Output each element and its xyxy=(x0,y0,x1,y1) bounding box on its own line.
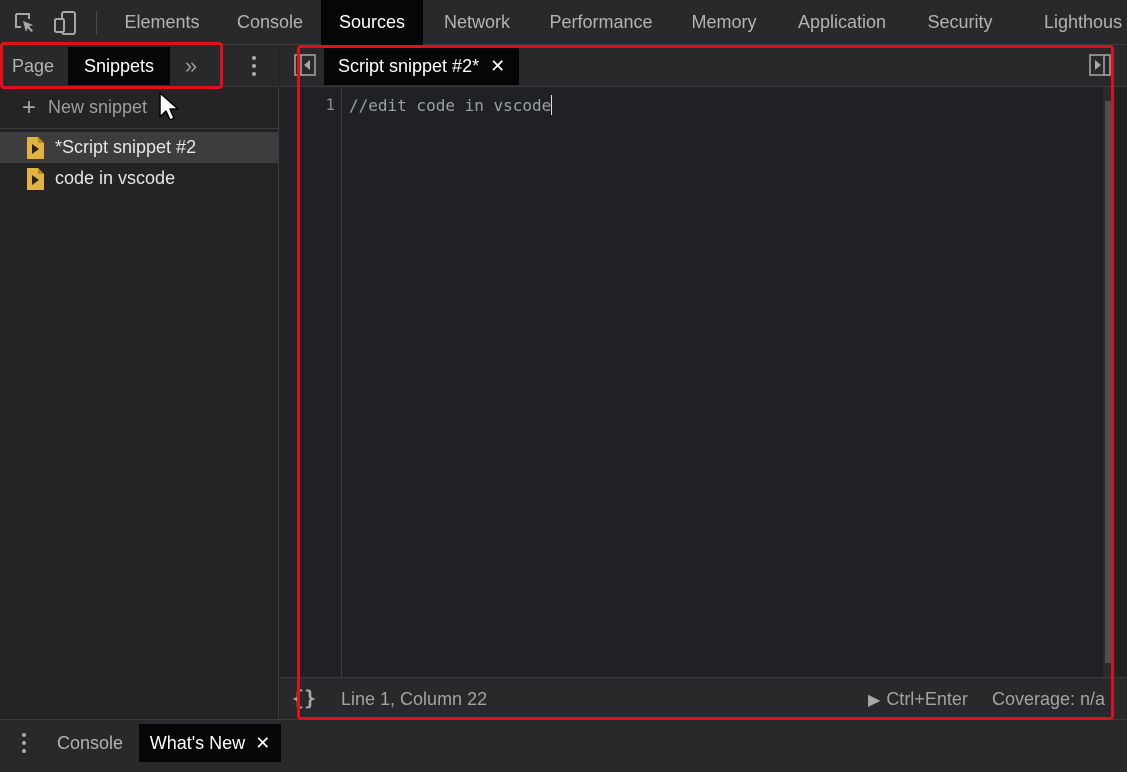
tab-console[interactable]: Console xyxy=(220,0,320,45)
run-snippet-button[interactable]: ▶ Ctrl+Enter xyxy=(868,689,968,710)
drawer-bar: Console What's New ✕ xyxy=(0,719,1127,772)
snippet-item-label: *Script snippet #2 xyxy=(55,137,197,157)
pretty-print-icon[interactable]: {} xyxy=(292,686,316,710)
tab-application[interactable]: Application xyxy=(780,0,904,45)
more-tabs-icon[interactable]: » xyxy=(176,49,206,83)
scrollbar-thumb[interactable] xyxy=(1105,101,1113,663)
tab-page[interactable]: Page xyxy=(0,47,66,85)
drawer-tab-label: What's New xyxy=(149,732,246,753)
drawer-tab-whats-new[interactable]: What's New ✕ xyxy=(139,724,281,762)
editor-status-bar: {} Line 1, Column 22 ▶ Ctrl+Enter Coverag… xyxy=(280,677,1127,719)
new-snippet-button[interactable]: + New snippet xyxy=(0,87,278,129)
drawer-menu-icon[interactable] xyxy=(14,728,34,758)
code-text: //edit code in vscode xyxy=(349,96,552,115)
coverage-status: Coverage: n/a xyxy=(992,689,1106,709)
plus-icon: + xyxy=(22,93,37,121)
text-caret xyxy=(551,95,553,115)
inspect-element-icon[interactable] xyxy=(12,10,38,36)
cursor-position: Line 1, Column 22 xyxy=(341,689,488,709)
snippet-file-icon xyxy=(27,136,44,159)
editor-tab-strip: Script snippet #2* ✕ xyxy=(280,45,1127,87)
toolbar-divider xyxy=(96,11,97,35)
snippet-item-code-in-vscode[interactable]: code in vscode xyxy=(0,163,278,194)
tab-lighthouse[interactable]: Lighthous xyxy=(1028,0,1127,45)
devtools-toolbar: Elements Console Sources Network Perform… xyxy=(0,0,1127,45)
run-shortcut-label: Ctrl+Enter xyxy=(886,689,968,709)
tab-security[interactable]: Security xyxy=(910,0,1010,45)
editor-tab-label: Script snippet #2* xyxy=(338,56,480,76)
drawer-tab-console[interactable]: Console xyxy=(42,724,138,762)
snippet-file-icon xyxy=(27,167,44,190)
navigator-panel: Page Snippets » + New snippet *Script sn… xyxy=(0,45,279,719)
toggle-debugger-icon[interactable] xyxy=(1089,54,1111,76)
snippet-item-script-snippet-2[interactable]: *Script snippet #2 xyxy=(0,132,278,163)
navigator-menu-icon[interactable] xyxy=(244,51,264,81)
code-editor[interactable]: //edit code in vscode xyxy=(343,87,1103,677)
tab-sources[interactable]: Sources xyxy=(321,0,423,45)
tab-network[interactable]: Network xyxy=(427,0,527,45)
close-tab-icon[interactable]: ✕ xyxy=(490,56,505,77)
mouse-cursor-icon xyxy=(159,92,179,121)
line-number-gutter: 1 xyxy=(280,87,342,677)
new-snippet-label: New snippet xyxy=(48,97,148,117)
tab-performance[interactable]: Performance xyxy=(533,0,669,45)
close-drawer-tab-icon[interactable]: ✕ xyxy=(255,733,270,754)
navigator-tabs: Page Snippets » xyxy=(0,45,279,87)
editor-panel: Script snippet #2* ✕ 1 //edit code in vs… xyxy=(280,45,1127,719)
editor-scrollbar[interactable] xyxy=(1103,87,1115,677)
tab-snippets[interactable]: Snippets xyxy=(68,47,170,85)
editor-tab-script-snippet-2[interactable]: Script snippet #2* ✕ xyxy=(324,48,519,85)
toggle-navigator-icon[interactable] xyxy=(294,54,316,76)
code-line[interactable]: //edit code in vscode xyxy=(349,95,553,115)
snippet-item-label: code in vscode xyxy=(55,168,176,188)
line-number: 1 xyxy=(325,95,335,114)
tab-elements[interactable]: Elements xyxy=(108,0,216,45)
device-toolbar-icon[interactable] xyxy=(52,10,78,36)
tab-memory[interactable]: Memory xyxy=(674,0,774,45)
play-icon: ▶ xyxy=(868,692,881,709)
